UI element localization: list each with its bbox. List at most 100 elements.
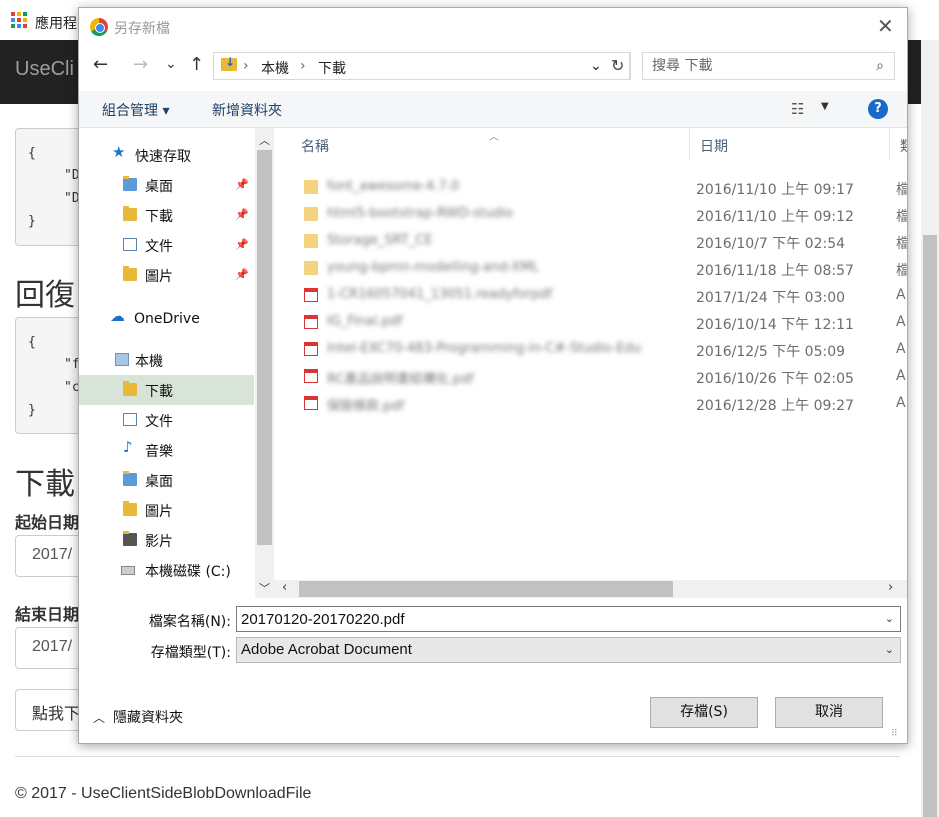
file-date: 2016/10/7 下午 02:54 — [696, 236, 846, 252]
address-bar[interactable]: › 本機 › 下載 ⌄ — [213, 52, 631, 80]
search-icon[interactable]: ⌕ — [876, 58, 884, 74]
new-folder-button[interactable]: 新增資料夾 — [212, 100, 282, 120]
nav-item-pictures-pinned[interactable]: 圖片 📌 — [79, 260, 254, 290]
nav-item-quick-access[interactable]: ★ 快速存取 — [79, 140, 254, 170]
chevron-down-icon[interactable]: ⌄ — [885, 612, 894, 625]
nav-item-music[interactable]: ♪ 音樂 — [79, 435, 254, 465]
start-date-label: 起始日期 — [15, 513, 80, 532]
filename-input[interactable] — [237, 607, 857, 631]
file-row[interactable]: Storage_SRT_CE 2016/10/7 下午 02:54 檔 — [289, 229, 907, 256]
search-box[interactable]: ⌕ — [642, 52, 895, 80]
view-options-chevron-icon[interactable]: ▼ — [821, 101, 829, 112]
end-date-field[interactable]: 2017/ — [15, 627, 85, 669]
page-scrollbar-thumb[interactable] — [923, 235, 937, 817]
site-brand[interactable]: UseCli — [15, 58, 74, 81]
nav-item-label: 本機 — [135, 354, 163, 370]
breadcrumb-downloads[interactable]: 下載 — [318, 58, 346, 78]
view-options-icon[interactable]: ☷ — [791, 100, 804, 118]
download-button[interactable]: 點我下 — [15, 689, 85, 731]
nav-item-label: 快速存取 — [135, 149, 191, 165]
up-arrow-icon[interactable]: ↑ — [189, 55, 204, 75]
nav-item-downloads-pinned[interactable]: 下載 📌 — [79, 200, 254, 230]
address-dropdown-chevron-icon[interactable]: ⌄ — [590, 58, 602, 74]
download-heading: 下載 — [15, 467, 75, 502]
nav-item-label: 圖片 — [145, 269, 173, 285]
help-icon[interactable]: ? — [868, 99, 888, 119]
filetype-select[interactable]: Adobe Acrobat Document ⌄ — [236, 637, 901, 663]
filename-combobox[interactable]: ⌄ — [236, 606, 901, 632]
nav-item-documents-pinned[interactable]: 文件 📌 — [79, 230, 254, 260]
recent-locations-chevron-icon[interactable]: ⌄ — [165, 54, 177, 74]
nav-item-this-pc[interactable]: 本機 — [79, 345, 254, 375]
pin-icon[interactable]: 📌 — [235, 208, 249, 221]
nav-item-desktop-pinned[interactable]: 桌面 📌 — [79, 170, 254, 200]
pdf-icon — [304, 396, 318, 410]
file-date: 2016/10/14 下午 12:11 — [696, 317, 854, 333]
column-header-name[interactable]: 名稱 — [291, 128, 690, 160]
chevron-right-icon[interactable]: › — [888, 580, 893, 595]
page-scrollbar[interactable] — [921, 40, 939, 817]
file-row[interactable]: font_awesome-4.7.0 2016/11/10 上午 09:17 檔 — [289, 175, 907, 202]
dialog-title-bar[interactable]: 另存新檔 ✕ — [79, 8, 907, 46]
pictures-folder-icon — [123, 501, 137, 516]
pdf-icon — [304, 315, 318, 329]
pin-icon[interactable]: 📌 — [235, 238, 249, 251]
search-input[interactable] — [652, 54, 862, 78]
hide-folders-toggle[interactable]: ︿ 隱藏資料夾 — [93, 707, 183, 727]
column-header-date[interactable]: 日期 — [690, 128, 890, 160]
pdf-icon — [304, 369, 318, 383]
pictures-folder-icon — [123, 266, 137, 281]
file-row[interactable]: Intel-EXC70-483-Programming-in-C#-Studio… — [289, 337, 907, 364]
nav-item-desktop[interactable]: 桌面 — [79, 465, 254, 495]
resize-grip-icon[interactable]: ⠿ — [891, 729, 898, 739]
chrome-logo-icon — [90, 18, 108, 36]
nav-item-local-disk[interactable]: 本機磁碟 (C:) — [79, 555, 254, 585]
cancel-button[interactable]: 取消 — [775, 697, 883, 728]
close-icon[interactable]: ✕ — [877, 16, 894, 36]
save-button[interactable]: 存檔(S) — [650, 697, 758, 728]
nav-item-onedrive[interactable]: ☁ OneDrive — [79, 305, 254, 335]
organize-button[interactable]: 組合管理 ▾ — [102, 100, 169, 120]
file-list-scrollbar-thumb[interactable] — [299, 581, 673, 597]
file-row[interactable]: IG_Final.pdf 2016/10/14 下午 12:11 A — [289, 310, 907, 337]
column-header-type[interactable]: 類 — [890, 128, 907, 160]
nav-item-videos[interactable]: 影片 — [79, 525, 254, 555]
file-type: 檔 — [896, 182, 907, 198]
nav-pane-scrollbar-thumb[interactable] — [257, 150, 272, 545]
documents-icon — [123, 238, 137, 251]
file-row[interactable]: young-bpmn-modelling-and-XML 2016/11/18 … — [289, 256, 907, 283]
music-icon: ♪ — [123, 438, 133, 456]
apps-grid-icon[interactable] — [11, 12, 27, 28]
chevron-up-icon[interactable]: ︿ — [259, 132, 270, 148]
folder-icon — [304, 207, 318, 221]
file-row[interactable]: 1-CR16057041_13051.readyforpdf 2017/1/24… — [289, 283, 907, 310]
chevron-up-icon: ︿ — [93, 711, 106, 725]
nav-pane-scrollbar[interactable]: ︿ ﹀ — [255, 128, 274, 598]
file-type: 檔 — [896, 236, 907, 252]
back-arrow-icon[interactable]: ← — [93, 55, 108, 75]
pin-icon[interactable]: 📌 — [235, 178, 249, 191]
downloads-folder-icon — [123, 381, 137, 396]
chevron-down-icon[interactable]: ﹀ — [259, 580, 270, 596]
file-row[interactable]: html5-bootstrap-RWD-studio 2016/11/10 上午… — [289, 202, 907, 229]
file-row[interactable]: RC產品說明書結構化.pdf 2016/10/26 下午 02:05 A — [289, 364, 907, 391]
file-row[interactable]: 保險條款.pdf 2016/12/28 上午 09:27 A — [289, 391, 907, 418]
nav-item-pictures[interactable]: 圖片 — [79, 495, 254, 525]
chevron-left-icon[interactable]: ‹ — [282, 580, 287, 595]
chevron-down-icon[interactable]: ⌄ — [885, 643, 894, 656]
apps-label[interactable]: 應用程 — [35, 13, 77, 33]
file-date: 2016/10/26 下午 02:05 — [696, 371, 854, 387]
breadcrumb-this-pc[interactable]: 本機 — [261, 58, 289, 78]
pin-icon[interactable]: 📌 — [235, 268, 249, 281]
command-bar: 組合管理 ▾ 新增資料夾 ☷ ▼ ? — [79, 91, 907, 127]
nav-item-documents[interactable]: 文件 — [79, 405, 254, 435]
nav-item-downloads[interactable]: 下載 — [79, 375, 254, 405]
start-date-field[interactable]: 2017/ — [15, 535, 85, 577]
forward-arrow-icon[interactable]: → — [133, 55, 148, 75]
file-list-scrollbar[interactable]: ‹ › — [274, 580, 907, 598]
filetype-value: Adobe Acrobat Document — [241, 641, 412, 658]
file-date: 2016/11/10 上午 09:12 — [696, 209, 854, 225]
nav-item-label: 下載 — [145, 384, 173, 400]
refresh-icon[interactable]: ↻ — [608, 52, 630, 80]
file-date: 2016/11/10 上午 09:17 — [696, 182, 854, 198]
